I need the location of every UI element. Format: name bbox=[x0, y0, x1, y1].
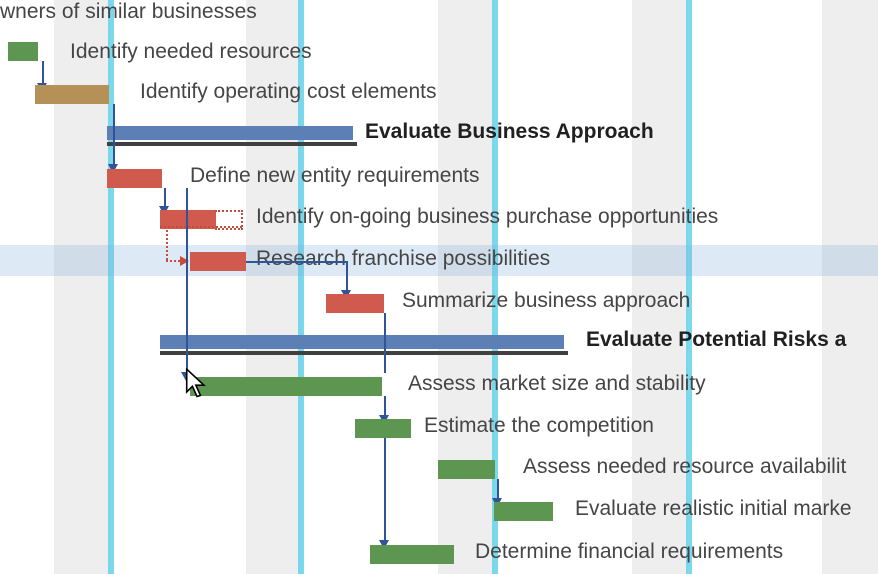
summary-under bbox=[160, 351, 568, 355]
dependency-link bbox=[42, 61, 44, 84]
task-label: Estimate the competition bbox=[424, 414, 654, 438]
nonworking-col bbox=[632, 0, 688, 574]
task-label: Research franchise possibilities bbox=[256, 247, 550, 271]
task-label: Identify on-going business purchase oppo… bbox=[256, 205, 718, 229]
task-label: Define new entity requirements bbox=[190, 164, 479, 188]
task-bar[interactable] bbox=[190, 252, 246, 271]
task-label: Summarize business approach bbox=[402, 289, 690, 313]
summary-under bbox=[107, 142, 357, 146]
task-bar[interactable] bbox=[494, 502, 553, 521]
task-bar[interactable] bbox=[355, 419, 411, 438]
nonworking-col bbox=[438, 0, 494, 574]
task-label: Determine financial requirements bbox=[475, 540, 783, 564]
summary-bar[interactable] bbox=[107, 126, 353, 140]
task-bar[interactable] bbox=[190, 377, 382, 396]
dependency-link bbox=[384, 396, 386, 416]
dependency-link bbox=[384, 313, 386, 373]
dependency-link bbox=[497, 479, 499, 499]
gantt-chart[interactable]: wners of similar businesses Identify nee… bbox=[0, 0, 878, 574]
dependency-link bbox=[164, 188, 166, 207]
summary-label: Evaluate Business Approach bbox=[365, 120, 654, 144]
task-label: Identify operating cost elements bbox=[140, 80, 437, 104]
task-label: Assess market size and stability bbox=[408, 372, 706, 396]
dependency-link bbox=[384, 438, 386, 541]
dependency-link bbox=[346, 261, 348, 291]
dependency-link bbox=[246, 261, 346, 263]
summary-label: Evaluate Potential Risks a bbox=[586, 328, 846, 352]
task-label: Assess needed resource availabilit bbox=[523, 455, 846, 479]
dependency-link bbox=[186, 188, 188, 373]
task-bar[interactable] bbox=[326, 294, 384, 313]
task-bar[interactable] bbox=[35, 85, 109, 104]
nonworking-col bbox=[822, 0, 878, 574]
summary-bar[interactable] bbox=[160, 335, 564, 349]
task-bar[interactable] bbox=[370, 545, 454, 564]
progress-dotted bbox=[215, 210, 243, 230]
task-bar[interactable] bbox=[8, 42, 38, 61]
dependency-link bbox=[166, 260, 180, 262]
dependency-link bbox=[166, 230, 168, 260]
cursor-icon bbox=[184, 368, 210, 400]
task-bar[interactable] bbox=[438, 460, 495, 479]
task-label: wners of similar businesses bbox=[0, 0, 257, 24]
gridline bbox=[686, 0, 692, 574]
task-label: Evaluate realistic initial marke bbox=[575, 497, 852, 521]
task-bar[interactable] bbox=[107, 169, 162, 188]
dependency-link bbox=[113, 104, 115, 165]
task-label: Identify needed resources bbox=[70, 40, 312, 64]
